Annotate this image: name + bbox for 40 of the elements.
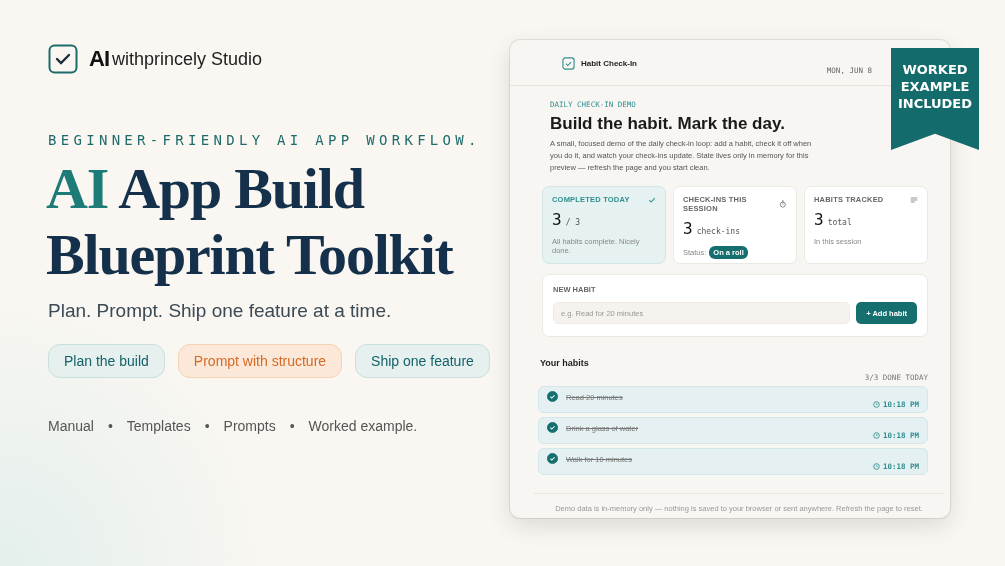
- tagline: Plan. Prompt. Ship one feature at a time.: [48, 300, 393, 322]
- checkbox[interactable]: [547, 391, 558, 402]
- stat-unit: check-ins: [696, 227, 740, 236]
- included-item: Worked example.: [308, 418, 418, 434]
- lines-icon: [910, 195, 918, 204]
- brand-mark: AI: [89, 46, 109, 72]
- feature-pill: Prompt with structure: [177, 344, 343, 378]
- feature-pill: Ship one feature: [355, 344, 490, 378]
- checkbox-icon: [562, 57, 575, 70]
- clock-icon: [872, 432, 880, 439]
- list-title: Your habits: [540, 358, 589, 368]
- checkbox-logo-icon: [48, 44, 78, 74]
- stat-unit: / 3: [565, 218, 581, 227]
- app-heading: Build the habit. Mark the day.: [550, 114, 786, 134]
- app-title: Habit Check-In: [581, 59, 637, 68]
- headline-text: Blueprint Toolkit: [46, 222, 453, 287]
- ribbon-text: INCLUDED: [897, 95, 973, 112]
- stat-unit: total: [827, 218, 852, 227]
- included-item: •: [289, 418, 295, 434]
- ribbon-text: EXAMPLE: [900, 78, 970, 95]
- stat-value: 3: [814, 210, 824, 229]
- included-item: Prompts: [223, 418, 276, 434]
- timer-icon: [779, 200, 787, 208]
- included-item: Templates: [126, 418, 191, 434]
- checkbox[interactable]: [547, 453, 558, 464]
- headline-text: AI: [46, 156, 109, 221]
- clock-icon: [872, 401, 880, 408]
- clock-icon: [872, 463, 880, 470]
- stat-value: 3: [683, 219, 693, 238]
- brand-name: withprincely Studio: [112, 48, 263, 70]
- ribbon-text: WORKED: [902, 61, 968, 78]
- stat-value: 3: [552, 210, 562, 229]
- check-icon: [648, 195, 656, 204]
- included-item: Manual: [48, 418, 94, 434]
- eyebrow: BEGINNER-FRIENDLY AI APP WORKFLOW.: [48, 132, 482, 148]
- included-item: •: [107, 418, 113, 434]
- headline-text: App Build: [117, 156, 364, 221]
- feature-pill: Plan the build: [48, 344, 165, 378]
- checkbox[interactable]: [547, 422, 558, 433]
- included-item: •: [204, 418, 210, 434]
